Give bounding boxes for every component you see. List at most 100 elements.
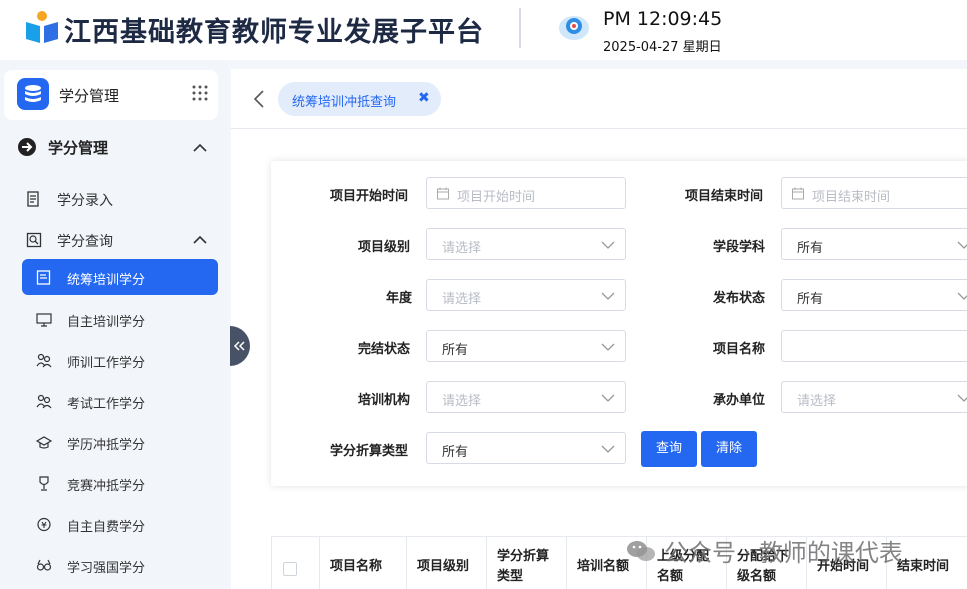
top-header: 江西基础教育教师专业发展子平台 PM 12:09:45 2025-04-27 星… bbox=[0, 0, 967, 60]
watermark-text: 公众号 · 教师的课代表 bbox=[664, 539, 903, 567]
report-icon bbox=[36, 270, 51, 285]
chevron-up-icon bbox=[193, 235, 207, 244]
level-select[interactable]: 请选择 bbox=[426, 228, 626, 260]
chevron-up-icon bbox=[193, 143, 207, 152]
sidebar-subitem-coordinated-training[interactable]: 统筹培训学分 bbox=[22, 259, 218, 295]
publish-status-label: 发布状态 bbox=[713, 291, 766, 306]
training-org-select[interactable]: 请选择 bbox=[426, 381, 626, 413]
calendar-icon bbox=[792, 187, 804, 200]
document-icon bbox=[27, 191, 39, 207]
sidebar-subitem-label: 师训工作学分 bbox=[67, 356, 146, 371]
year-select[interactable]: 请选择 bbox=[426, 279, 626, 311]
sidebar-item-label: 学分查询 bbox=[57, 234, 113, 250]
column-header[interactable]: 学分折算类型 bbox=[487, 537, 567, 589]
collapse-sidebar-button[interactable] bbox=[230, 326, 250, 366]
sidebar-subitem-self-funded[interactable]: 自主自费学分 bbox=[22, 506, 218, 542]
sidebar-subitem-label: 学习强国学分 bbox=[67, 561, 146, 576]
chevron-down-icon bbox=[601, 292, 615, 300]
publish-status-select[interactable]: 所有 bbox=[781, 279, 967, 311]
tab-bar: 统筹培训冲抵查询 ✖ bbox=[231, 69, 967, 129]
host-unit-label: 承办单位 bbox=[713, 393, 766, 408]
sidebar-item-credit-entry[interactable]: 学分录入 bbox=[0, 183, 228, 215]
host-unit-select[interactable]: 请选择 bbox=[781, 381, 967, 413]
select-all-checkbox[interactable] bbox=[283, 562, 297, 576]
glasses-icon bbox=[36, 559, 52, 571]
header-divider bbox=[519, 8, 521, 48]
double-chevron-left-icon bbox=[233, 341, 245, 351]
sidebar-item-credit-query[interactable]: 学分查询 bbox=[0, 224, 228, 256]
tab-label: 统筹培训冲抵查询 bbox=[292, 95, 397, 110]
finish-status-label: 完结状态 bbox=[358, 342, 411, 357]
current-date: 2025-04-27 星期日 bbox=[603, 40, 722, 55]
sidebar-subitem-label: 自主自费学分 bbox=[67, 520, 146, 535]
end-time-placeholder: 项目结束时间 bbox=[812, 190, 891, 205]
sidebar-item-label: 学分录入 bbox=[57, 193, 113, 209]
select-all-column bbox=[272, 537, 320, 589]
section-credit-management[interactable]: 学分管理 bbox=[0, 132, 228, 164]
sidebar: 学分管理 学分管理 学分录入 学分查询 统筹培训学分 自主培训学分 师训工作学分… bbox=[0, 60, 228, 589]
trophy-icon bbox=[39, 476, 49, 491]
subject-value: 所有 bbox=[797, 241, 824, 256]
sidebar-subitem-xuexi-qiangguo[interactable]: 学习强国学分 bbox=[22, 547, 218, 583]
filter-panel: 项目开始时间 项目开始时间 项目结束时间 项目结束时间 项目级别 请选择 学段学… bbox=[271, 161, 967, 486]
chevron-down-icon bbox=[601, 394, 615, 402]
module-header[interactable]: 学分管理 bbox=[4, 70, 218, 120]
credit-type-value: 所有 bbox=[442, 445, 469, 460]
wechat-icon bbox=[627, 541, 655, 561]
chevron-down-icon bbox=[957, 292, 967, 300]
close-icon[interactable]: ✖ bbox=[418, 90, 430, 106]
chevron-left-icon[interactable] bbox=[253, 89, 265, 109]
credit-type-label: 学分折算类型 bbox=[330, 444, 409, 459]
start-time-placeholder: 项目开始时间 bbox=[457, 190, 536, 205]
people-icon bbox=[36, 353, 52, 368]
chevron-down-icon bbox=[601, 343, 615, 351]
globe-clock-icon bbox=[559, 16, 589, 40]
level-placeholder: 请选择 bbox=[442, 241, 482, 256]
sidebar-subitem-self-training[interactable]: 自主培训学分 bbox=[22, 301, 218, 337]
monitor-icon bbox=[36, 313, 52, 327]
sidebar-subitem-label: 学历冲抵学分 bbox=[67, 438, 146, 453]
host-unit-placeholder: 请选择 bbox=[797, 394, 837, 409]
current-time: PM 12:09:45 bbox=[603, 8, 723, 30]
sidebar-subitem-label: 考试工作学分 bbox=[67, 397, 146, 412]
year-placeholder: 请选择 bbox=[442, 292, 482, 307]
section-title: 学分管理 bbox=[48, 139, 109, 157]
sidebar-subitem-label: 自主培训学分 bbox=[67, 315, 146, 330]
training-org-placeholder: 请选择 bbox=[442, 394, 482, 409]
sidebar-subitem-teacher-training-work[interactable]: 师训工作学分 bbox=[22, 342, 218, 378]
training-org-label: 培训机构 bbox=[358, 393, 411, 408]
subject-select[interactable]: 所有 bbox=[781, 228, 967, 260]
chevron-down-icon bbox=[601, 241, 615, 249]
chevron-down-icon bbox=[957, 241, 967, 249]
graduation-cap-icon bbox=[36, 436, 52, 449]
module-title: 学分管理 bbox=[59, 87, 120, 105]
sidebar-subitem-label: 统筹培训学分 bbox=[67, 273, 146, 288]
project-name-input[interactable] bbox=[781, 330, 967, 362]
subject-label: 学段学科 bbox=[713, 240, 766, 255]
credit-type-select[interactable]: 所有 bbox=[426, 432, 626, 464]
sidebar-subitem-exam-work[interactable]: 考试工作学分 bbox=[22, 383, 218, 419]
project-name-label: 项目名称 bbox=[713, 342, 766, 357]
column-header[interactable]: 项目级别 bbox=[407, 537, 487, 589]
start-time-label: 项目开始时间 bbox=[330, 189, 409, 204]
clear-button[interactable]: 清除 bbox=[701, 431, 757, 467]
main-content: 统筹培训冲抵查询 ✖ 项目开始时间 项目开始时间 项目结束时间 项目结束时间 项… bbox=[231, 69, 967, 589]
sidebar-subitem-competition-offset[interactable]: 竞赛冲抵学分 bbox=[22, 465, 218, 501]
query-button[interactable]: 查询 bbox=[641, 431, 697, 467]
start-time-input[interactable]: 项目开始时间 bbox=[426, 177, 626, 209]
year-label: 年度 bbox=[386, 291, 413, 306]
finish-status-value: 所有 bbox=[442, 343, 469, 358]
sidebar-subitem-degree-offset[interactable]: 学历冲抵学分 bbox=[22, 424, 218, 460]
wechat-watermark: 公众号 · 教师的课代表 bbox=[626, 533, 946, 567]
grid-menu-icon[interactable] bbox=[192, 85, 208, 101]
column-header[interactable]: 项目名称 bbox=[320, 537, 407, 589]
people-icon bbox=[36, 394, 52, 409]
site-title: 江西基础教育教师专业发展子平台 bbox=[64, 17, 484, 48]
tab-coordinated-training-offset-query[interactable]: 统筹培训冲抵查询 ✖ bbox=[278, 82, 441, 116]
end-time-label: 项目结束时间 bbox=[685, 189, 764, 204]
finish-status-select[interactable]: 所有 bbox=[426, 330, 626, 362]
end-time-input[interactable]: 项目结束时间 bbox=[781, 177, 967, 209]
level-label: 项目级别 bbox=[358, 240, 411, 255]
platform-logo bbox=[26, 11, 58, 43]
coin-icon bbox=[37, 517, 51, 532]
